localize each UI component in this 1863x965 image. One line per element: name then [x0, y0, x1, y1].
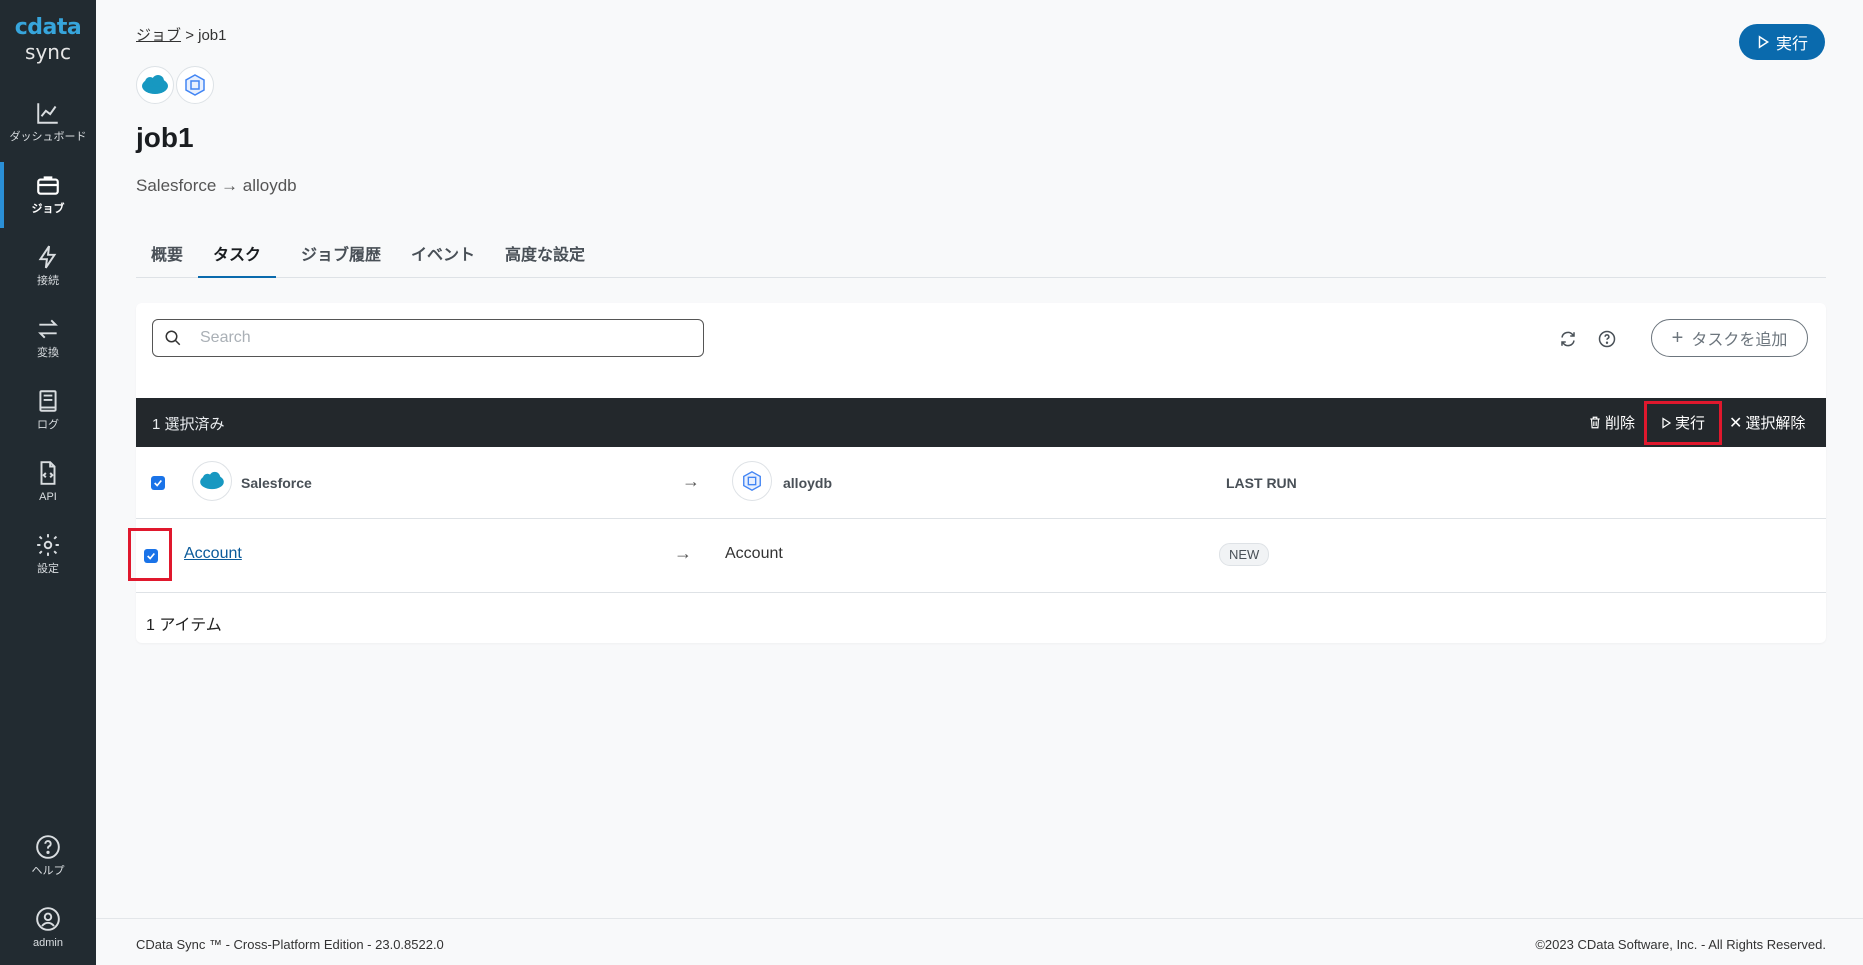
row-checkbox[interactable] [144, 549, 158, 563]
tab-job-history[interactable]: ジョブ履歴 [288, 240, 394, 278]
book-icon [39, 390, 57, 412]
item-count: 1 アイテム [146, 617, 222, 634]
destination-column-header: alloydb [783, 475, 833, 491]
code-file-icon [40, 461, 56, 485]
plus-icon: + [1671, 327, 1684, 349]
chart-line-icon [37, 103, 58, 124]
check-icon [154, 479, 162, 487]
delete-button[interactable]: 削除 [1588, 412, 1635, 433]
page-subtitle: Salesforce → alloydb [136, 176, 297, 195]
breadcrumb-separator: > [185, 27, 194, 44]
play-icon [1662, 416, 1672, 429]
sidebar-item-settings[interactable]: 設定 [0, 522, 96, 588]
briefcase-icon [37, 176, 59, 195]
gear-icon [37, 534, 59, 556]
status-badge: NEW [1219, 543, 1270, 566]
help-circle-icon [36, 835, 60, 859]
refresh-button[interactable] [1556, 327, 1580, 351]
bolt-icon [38, 245, 57, 269]
search-box [152, 319, 704, 357]
refresh-icon [1561, 331, 1575, 347]
run-job-button[interactable]: 実行 [1739, 24, 1825, 60]
user-circle-icon [36, 907, 60, 931]
alloydb-logo-icon [732, 461, 772, 501]
last-run-column-header: LAST RUN [1226, 475, 1297, 491]
tab-advanced-settings[interactable]: 高度な設定 [492, 240, 598, 278]
tasks-card: + タスクを追加 1 選択済み 削除 実行 ✕ 選択解除 Salesforce … [128, 303, 1826, 643]
task-destination: Account [725, 545, 783, 562]
footer-version: CData Sync ™ - Cross-Platform Edition - … [136, 937, 444, 952]
run-selected-button[interactable]: 実行 [1660, 412, 1705, 433]
connector-icons [136, 66, 214, 104]
help-button[interactable] [1595, 327, 1619, 351]
sidebar-item-transformations[interactable]: 変換 [0, 306, 96, 372]
select-all-checkbox[interactable] [151, 476, 165, 490]
play-icon [1758, 35, 1769, 49]
arrows-swap-icon [38, 319, 58, 339]
sidebar-item-api[interactable]: API [0, 450, 96, 516]
sidebar: cdata sync ダッシュボード ジョブ 接続 変換 ログ API 設定 ヘ… [0, 0, 96, 965]
breadcrumb-jobs-link[interactable]: ジョブ [136, 27, 181, 44]
table-row[interactable]: Account → Account NEW [128, 519, 1826, 593]
sidebar-item-dashboard[interactable]: ダッシュボード [0, 90, 96, 156]
trash-icon [1590, 416, 1600, 429]
salesforce-logo-icon [136, 66, 174, 104]
tab-overview[interactable]: 概要 [136, 240, 198, 278]
breadcrumb: ジョブ > job1 [136, 24, 226, 45]
footer: CData Sync ™ - Cross-Platform Edition - … [96, 918, 1863, 965]
sidebar-item-connections[interactable]: 接続 [0, 234, 96, 300]
salesforce-logo-icon [192, 461, 232, 501]
selection-count: 1 選択済み [152, 416, 225, 433]
question-icon [1598, 330, 1616, 348]
arrow-right-icon: → [682, 471, 700, 491]
task-source-link[interactable]: Account [184, 545, 242, 563]
add-task-button[interactable]: + タスクを追加 [1651, 319, 1808, 357]
close-icon: ✕ [1729, 414, 1743, 432]
alloydb-logo-icon [176, 66, 214, 104]
source-column-header: Salesforce [241, 475, 312, 491]
page-title: job1 [136, 122, 194, 153]
sidebar-item-logs[interactable]: ログ [0, 378, 96, 444]
sidebar-item-jobs[interactable]: ジョブ [0, 162, 96, 228]
search-icon [165, 330, 181, 346]
check-icon [147, 552, 155, 560]
arrow-right-icon: → [674, 543, 692, 563]
table-header-row: Salesforce → alloydb LAST RUN [136, 447, 1826, 519]
app-logo[interactable]: cdata sync [0, 16, 96, 65]
tab-tasks[interactable]: タスク [198, 240, 276, 278]
clear-selection-button[interactable]: ✕ 選択解除 [1729, 412, 1805, 433]
search-input[interactable] [200, 329, 680, 347]
breadcrumb-current: job1 [198, 27, 227, 44]
tab-events[interactable]: イベント [398, 240, 488, 278]
sidebar-item-help[interactable]: ヘルプ [0, 824, 96, 890]
footer-copyright: ©2023 CData Software, Inc. - All Rights … [1535, 937, 1826, 952]
tab-bar: 概要 タスク ジョブ履歴 イベント 高度な設定 [136, 240, 1826, 278]
sidebar-item-admin[interactable]: admin [0, 896, 96, 962]
selection-bar: 1 選択済み 削除 実行 ✕ 選択解除 [136, 398, 1826, 447]
